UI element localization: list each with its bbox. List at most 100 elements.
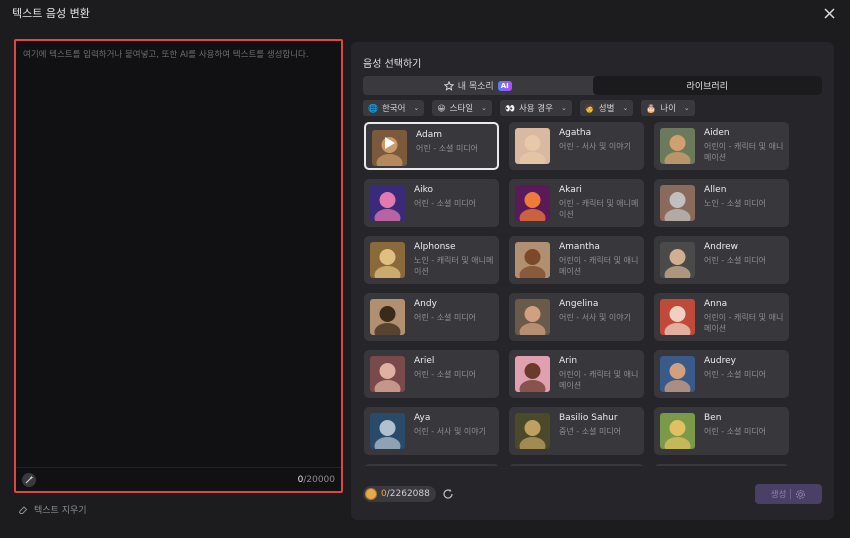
voice-avatar xyxy=(660,185,695,221)
tab-my-voice[interactable]: 내 목소리 AI xyxy=(363,76,593,95)
filter-language-label: 한국어 xyxy=(381,104,406,114)
voice-card-partial[interactable] xyxy=(509,464,644,466)
voice-description: 어린이 - 캐릭터 및 애니메이션 xyxy=(559,370,639,390)
voice-name: Akari xyxy=(559,185,582,195)
voice-card[interactable]: Amantha 어린이 - 캐릭터 및 애니메이션 xyxy=(509,236,644,284)
voice-card[interactable]: Akari 어린 - 캐릭터 및 애니메이션 xyxy=(509,179,644,227)
filter-style-label: 스타일 xyxy=(449,104,474,114)
voice-name: Ariel xyxy=(414,356,435,366)
ai-magic-wand-icon[interactable] xyxy=(22,472,36,487)
close-icon[interactable] xyxy=(820,4,838,22)
voice-card[interactable]: Aiden 어린이 - 캐릭터 및 애니메이션 xyxy=(654,122,789,170)
voice-description: 어린 - 서사 및 이야기 xyxy=(559,313,631,322)
star-icon xyxy=(443,80,454,91)
globe-icon: 🌐 xyxy=(368,103,378,113)
voice-avatar xyxy=(370,242,405,278)
credit-balance: 0/2262088 xyxy=(363,486,436,502)
clear-text-label: 텍스트 지우기 xyxy=(34,506,87,516)
voice-card[interactable]: Agatha 어린 - 서사 및 이야기 xyxy=(509,122,644,170)
generate-button[interactable]: 생성 xyxy=(755,484,822,504)
voice-card-partial[interactable] xyxy=(364,464,499,466)
clear-text-button[interactable]: 텍스트 지우기 xyxy=(18,503,87,516)
chevron-down-icon: ⌄ xyxy=(622,104,629,112)
voice-panel-heading: 음성 선택하기 xyxy=(363,59,422,70)
voice-card[interactable]: Basilio Sahur 중년 - 소셜 미디어 xyxy=(509,407,644,455)
voice-description: 어린이 - 캐릭터 및 애니메이션 xyxy=(704,313,784,333)
voice-card[interactable]: Aiko 어린 - 소셜 미디어 xyxy=(364,179,499,227)
play-icon[interactable] xyxy=(385,137,395,149)
voice-panel: 음성 선택하기 내 목소리 AI 라이브러리 🌐 한국어 ⌄ 😀 스타일 ⌄ 👀… xyxy=(351,42,834,520)
chevron-down-icon: ⌄ xyxy=(413,104,420,112)
character-counter: 0/20000 xyxy=(297,474,335,485)
credits-total: /2262088 xyxy=(386,489,430,499)
filter-language[interactable]: 🌐 한국어 ⌄ xyxy=(363,100,425,116)
voice-avatar xyxy=(515,185,550,221)
filter-age[interactable]: 🎂 나이 ⌄ xyxy=(641,100,695,116)
voice-name: Allen xyxy=(704,185,727,195)
voice-card[interactable]: Allen 노인 - 소셜 미디어 xyxy=(654,179,789,227)
credits-area: 0/2262088 xyxy=(363,485,454,504)
filter-gender-label: 성별 xyxy=(598,104,615,114)
voice-card[interactable]: Arin 어린이 - 캐릭터 및 애니메이션 xyxy=(509,350,644,398)
voice-tabs: 내 목소리 AI 라이브러리 xyxy=(363,76,822,95)
voice-card[interactable]: Audrey 어린 - 소셜 미디어 xyxy=(654,350,789,398)
divider xyxy=(790,489,792,499)
voice-description: 중년 - 소셜 미디어 xyxy=(559,427,622,436)
voice-card[interactable]: Adam 어린 - 소셜 미디어 xyxy=(364,122,499,170)
person-icon: 🧑 xyxy=(584,103,595,113)
voice-name: Aiden xyxy=(704,128,730,138)
refresh-icon[interactable] xyxy=(442,485,454,504)
voice-avatar xyxy=(515,356,550,392)
voice-card[interactable]: Anna 어린이 - 캐릭터 및 애니메이션 xyxy=(654,293,789,341)
chevron-down-icon: ⌄ xyxy=(481,104,487,112)
voice-name: Angelina xyxy=(559,299,599,309)
tab-library[interactable]: 라이브러리 xyxy=(592,76,822,95)
voice-name: Amantha xyxy=(559,242,600,252)
text-editor[interactable]: 여기에 텍스트를 입력하거나 붙여넣고, 또한 AI를 사용하여 텍스트를 생성… xyxy=(14,39,343,493)
filter-use-case[interactable]: 👀 사용 경우 ⌄ xyxy=(500,100,572,116)
voice-avatar xyxy=(370,356,405,392)
voice-avatar xyxy=(515,299,550,335)
filter-gender[interactable]: 🧑 성별 ⌄ xyxy=(579,100,634,116)
gear-icon xyxy=(796,489,806,499)
voice-name: Agatha xyxy=(559,128,592,138)
voice-grid: Adam 어린 - 소셜 미디어 Agatha 어린 - 서사 및 이야기 Aiden 어… xyxy=(364,122,790,466)
voice-card-partial[interactable] xyxy=(654,464,789,466)
coin-icon xyxy=(365,488,377,500)
voice-description: 어린 - 소셜 미디어 xyxy=(416,144,479,153)
voice-description: 어린 - 소셜 미디어 xyxy=(704,370,767,379)
voice-description: 어린이 - 캐릭터 및 애니메이션 xyxy=(559,256,639,276)
voice-avatar xyxy=(660,356,695,392)
voice-name: Aya xyxy=(414,413,431,423)
voice-card[interactable]: Aya 어린 - 서사 및 이야기 xyxy=(364,407,499,455)
voice-description: 어린 - 소셜 미디어 xyxy=(414,199,477,208)
voice-name: Alphonse xyxy=(414,242,456,252)
voice-description: 어린이 - 캐릭터 및 애니메이션 xyxy=(704,142,784,162)
filter-style[interactable]: 😀 스타일 ⌄ xyxy=(432,100,492,116)
filter-age-label: 나이 xyxy=(660,104,676,114)
voice-avatar xyxy=(515,413,550,449)
generate-label: 생성 xyxy=(770,490,787,500)
filter-bar: 🌐 한국어 ⌄ 😀 스타일 ⌄ 👀 사용 경우 ⌄ 🧑 성별 ⌄ 🎂 나이 ⌄ xyxy=(363,100,695,116)
ai-badge: AI xyxy=(497,80,512,91)
voice-avatar xyxy=(515,128,550,164)
voice-card[interactable]: Alphonse 노인 - 캐릭터 및 애니메이션 xyxy=(364,236,499,284)
voice-name: Anna xyxy=(704,299,728,309)
chevron-down-icon: ⌄ xyxy=(560,104,567,112)
voice-avatar xyxy=(660,413,695,449)
voice-card[interactable]: Andy 어린 - 소셜 미디어 xyxy=(364,293,499,341)
voice-description: 어린 - 소셜 미디어 xyxy=(704,427,767,436)
voice-description: 노인 - 소셜 미디어 xyxy=(704,199,767,208)
smile-icon: 😀 xyxy=(437,103,446,113)
voice-avatar xyxy=(370,185,405,221)
chevron-down-icon: ⌄ xyxy=(683,104,690,112)
voice-avatar xyxy=(515,242,550,278)
voice-description: 어린 - 소셜 미디어 xyxy=(414,313,477,322)
voice-card[interactable]: Angelina 어린 - 서사 및 이야기 xyxy=(509,293,644,341)
voice-name: Adam xyxy=(416,130,442,140)
voice-card[interactable]: Ariel 어린 - 소셜 미디어 xyxy=(364,350,499,398)
editor-bottom-bar: 0/20000 xyxy=(16,467,341,491)
panel-footer: 0/2262088 생성 xyxy=(363,484,822,504)
voice-card[interactable]: Andrew 어린 - 소셜 미디어 xyxy=(654,236,789,284)
voice-card[interactable]: Ben 어린 - 소셜 미디어 xyxy=(654,407,789,455)
